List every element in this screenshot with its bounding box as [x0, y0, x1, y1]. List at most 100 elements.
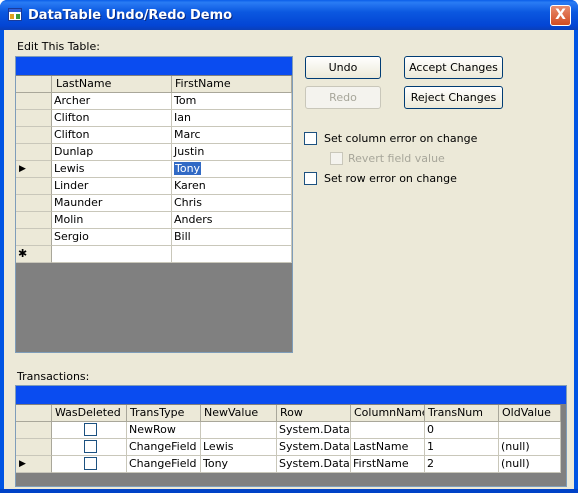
row-header[interactable]: ▶	[16, 161, 52, 178]
cell-transnum[interactable]: 2	[425, 456, 499, 473]
cell-transnum[interactable]: 0	[425, 422, 499, 439]
client-area: Edit This Table: LastName FirstName Arch…	[4, 30, 574, 489]
table-row[interactable]: Archer Tom	[16, 93, 292, 110]
cell-lastname[interactable]: Molin	[52, 212, 172, 229]
cell-lastname[interactable]: Linder	[52, 178, 172, 195]
transactions-header-row: WasDeleted TransType NewValue Row ColumnName…	[16, 405, 561, 422]
cell-row[interactable]: System.Data.	[277, 456, 351, 473]
cell-newvalue[interactable]	[201, 422, 277, 439]
cell-wasdeleted[interactable]	[52, 422, 127, 439]
edit-table-grid[interactable]: LastName FirstName Archer Tom Clifton Ian Cl…	[15, 56, 293, 353]
row-header[interactable]	[16, 178, 52, 195]
accept-changes-button[interactable]: Accept Changes	[404, 56, 503, 79]
table-row[interactable]: Dunlap Justin	[16, 144, 292, 161]
column-header-transtype[interactable]: TransType	[127, 405, 201, 422]
cell-oldvalue[interactable]: (null)	[499, 439, 561, 456]
cell-firstname[interactable]: Ian	[172, 110, 292, 127]
row-error-checkbox[interactable]	[304, 172, 317, 185]
column-header-oldvalue[interactable]: OldValue	[499, 405, 561, 422]
row-header[interactable]	[16, 110, 52, 127]
undo-button[interactable]: Undo	[305, 56, 381, 79]
transactions-grid-caption	[16, 386, 566, 404]
cell-row[interactable]: System.Data.	[277, 439, 351, 456]
window-icon	[8, 8, 22, 21]
table-row[interactable]: Maunder Chris	[16, 195, 292, 212]
table-row[interactable]: ChangeField Lewis System.Data. LastName 1 (nu…	[16, 439, 561, 456]
cell-lastname[interactable]: Lewis	[52, 161, 172, 178]
cell-oldvalue[interactable]	[499, 422, 561, 439]
cell-wasdeleted[interactable]	[52, 439, 127, 456]
row-header[interactable]: ▶	[16, 456, 52, 473]
row-header[interactable]	[16, 439, 52, 456]
cell-columnname[interactable]	[351, 422, 425, 439]
row-header[interactable]	[16, 127, 52, 144]
row-header[interactable]	[16, 195, 52, 212]
redo-button[interactable]: Redo	[305, 86, 381, 109]
table-row[interactable]: Molin Anders	[16, 212, 292, 229]
table-row[interactable]: ▶ ChangeField Tony System.Data. FirstName 2 (n…	[16, 456, 561, 473]
table-row[interactable]: Clifton Ian	[16, 110, 292, 127]
row-header[interactable]	[16, 93, 52, 110]
column-error-checkbox[interactable]	[304, 132, 317, 145]
row-header[interactable]	[16, 229, 52, 246]
new-row[interactable]: ✱	[16, 246, 292, 263]
cell-lastname[interactable]: Archer	[52, 93, 172, 110]
cell-transtype[interactable]: ChangeField	[127, 456, 201, 473]
was-deleted-checkbox[interactable]	[83, 457, 97, 470]
cell-transnum[interactable]: 1	[425, 439, 499, 456]
cell-transtype[interactable]: NewRow	[127, 422, 201, 439]
cell-oldvalue[interactable]: (null)	[499, 456, 561, 473]
row-header[interactable]	[16, 212, 52, 229]
cell-firstname[interactable]: Marc	[172, 127, 292, 144]
new-row-cell[interactable]	[52, 246, 172, 263]
table-row[interactable]: Clifton Marc	[16, 127, 292, 144]
cell-lastname[interactable]: Clifton	[52, 127, 172, 144]
current-row-indicator-icon: ▶	[19, 459, 26, 469]
column-header-row[interactable]: Row	[277, 405, 351, 422]
cell-lastname[interactable]: Dunlap	[52, 144, 172, 161]
title-bar[interactable]: DataTable Undo/Redo Demo X	[0, 0, 578, 30]
cell-firstname[interactable]: Tony	[172, 161, 292, 178]
cell-lastname[interactable]: Clifton	[52, 110, 172, 127]
cell-row[interactable]: System.Data.	[277, 422, 351, 439]
was-deleted-checkbox[interactable]	[83, 440, 97, 453]
column-header-lastname[interactable]: LastName	[52, 76, 172, 93]
table-row[interactable]: NewRow System.Data. 0	[16, 422, 561, 439]
cell-firstname[interactable]: Anders	[172, 212, 292, 229]
cell-firstname[interactable]: Bill	[172, 229, 292, 246]
new-row-header[interactable]: ✱	[16, 246, 52, 263]
grid-caption	[16, 57, 292, 75]
cell-firstname[interactable]: Tom	[172, 93, 292, 110]
cell-columnname[interactable]: LastName	[351, 439, 425, 456]
cell-newvalue[interactable]: Lewis	[201, 439, 277, 456]
cell-wasdeleted[interactable]	[52, 456, 127, 473]
cell-firstname[interactable]: Karen	[172, 178, 292, 195]
row-header[interactable]	[16, 144, 52, 161]
close-button[interactable]: X	[550, 5, 571, 26]
new-row-cell[interactable]	[172, 246, 292, 263]
column-header-newvalue[interactable]: NewValue	[201, 405, 277, 422]
transactions-grid[interactable]: WasDeleted TransType NewValue Row ColumnName…	[15, 385, 567, 487]
table-row[interactable]: ▶ Lewis Tony	[16, 161, 292, 178]
grid-header-row: LastName FirstName	[16, 76, 292, 93]
cell-columnname[interactable]: FirstName	[351, 456, 425, 473]
was-deleted-checkbox[interactable]	[83, 423, 97, 436]
reject-changes-button[interactable]: Reject Changes	[404, 86, 503, 109]
revert-field-checkbox[interactable]	[330, 152, 343, 165]
column-header-transnum[interactable]: TransNum	[425, 405, 499, 422]
cell-lastname[interactable]: Sergio	[52, 229, 172, 246]
column-header-columnname[interactable]: ColumnName	[351, 405, 425, 422]
new-row-asterisk-icon: ✱	[18, 247, 28, 260]
row-header[interactable]	[16, 422, 52, 439]
column-header-firstname[interactable]: FirstName	[172, 76, 292, 93]
revert-field-label: Revert field value	[348, 152, 445, 165]
cell-lastname[interactable]: Maunder	[52, 195, 172, 212]
table-row[interactable]: Linder Karen	[16, 178, 292, 195]
cell-transtype[interactable]: ChangeField	[127, 439, 201, 456]
column-header-wasdeleted[interactable]: WasDeleted	[52, 405, 127, 422]
cell-newvalue[interactable]: Tony	[201, 456, 277, 473]
table-row[interactable]: Sergio Bill	[16, 229, 292, 246]
cell-firstname[interactable]: Chris	[172, 195, 292, 212]
cell-firstname[interactable]: Justin	[172, 144, 292, 161]
edit-table-label: Edit This Table:	[17, 40, 100, 53]
